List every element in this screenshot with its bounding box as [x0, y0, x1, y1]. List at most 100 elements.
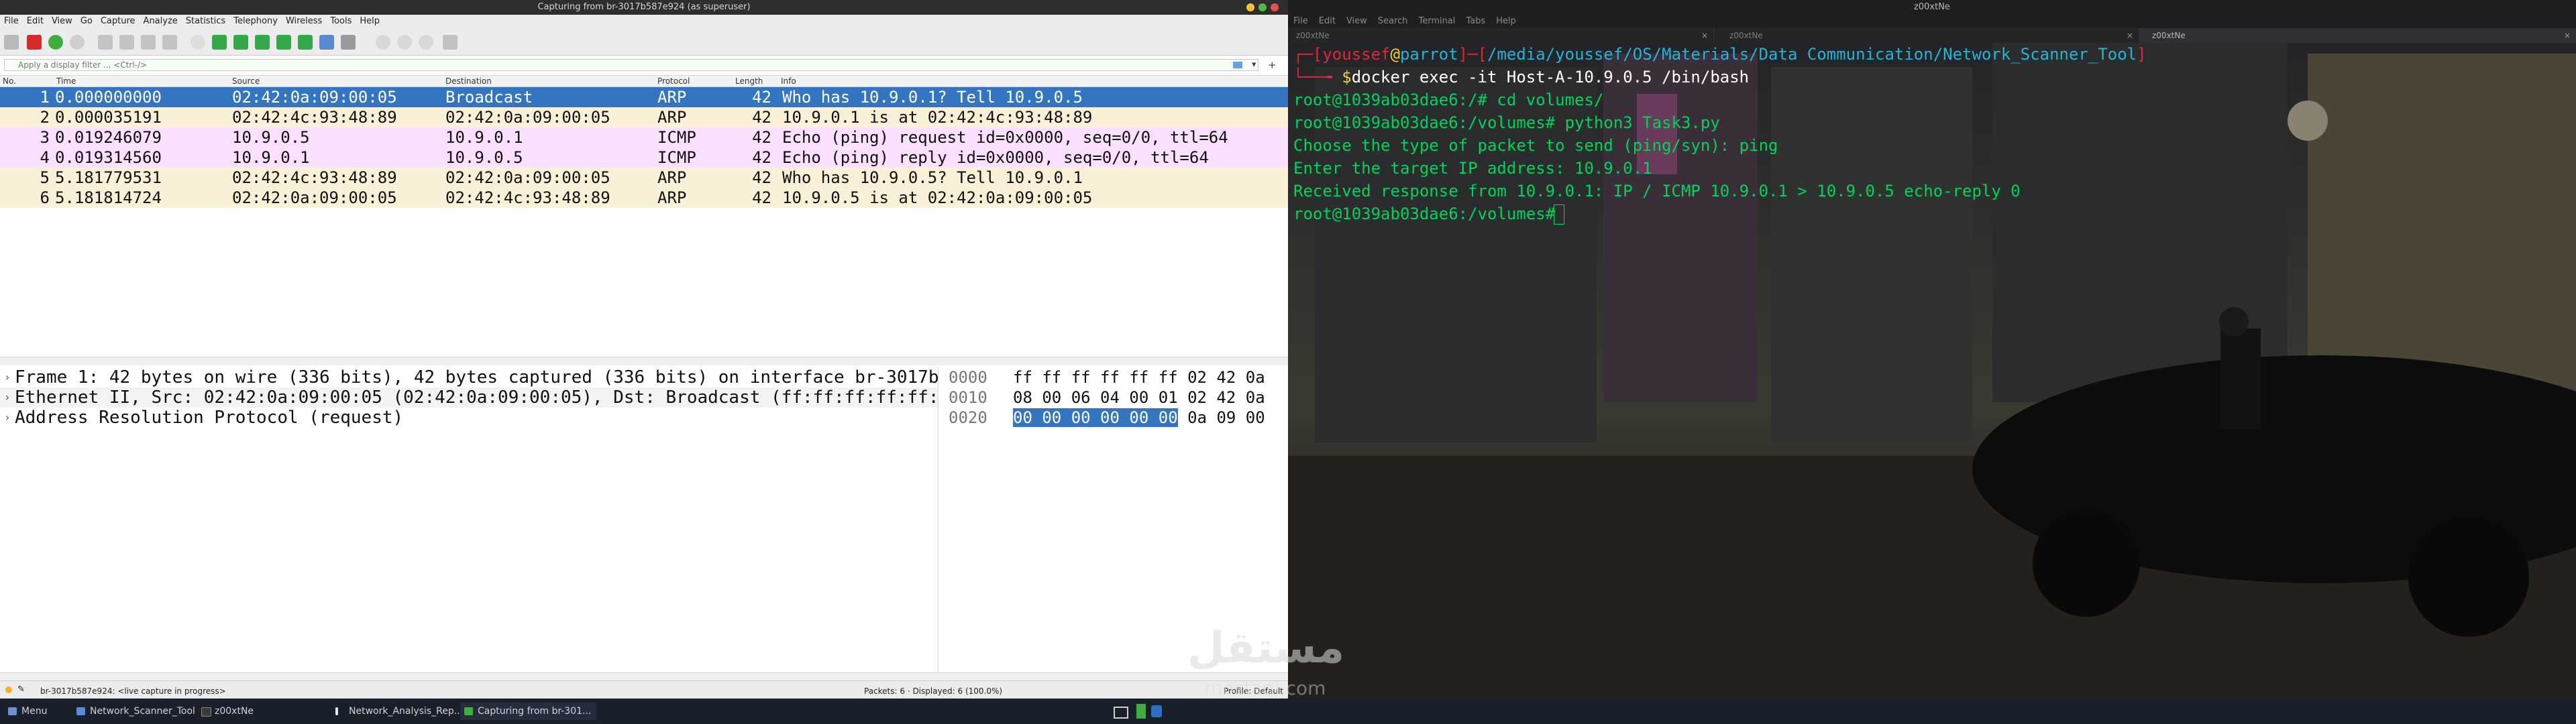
terminal-tab-active[interactable]: z00xtNe ×	[2139, 28, 2576, 43]
packet-list-scrollbar[interactable]	[0, 357, 1288, 365]
task-document[interactable]: Network_Analysis_Rep...	[331, 703, 468, 720]
close-button[interactable]	[1271, 3, 1279, 11]
detail-row-frame[interactable]: › Frame 1: 42 bytes on wire (336 bits), 4…	[0, 367, 938, 387]
packet-cell-no: 3	[40, 128, 50, 147]
go-forward-icon[interactable]	[233, 35, 248, 50]
menu-help[interactable]: Help	[1491, 15, 1521, 26]
start-capture-icon[interactable]	[4, 35, 19, 50]
menu-analyze[interactable]: Analyze	[140, 15, 182, 26]
task-wireshark[interactable]: Capturing from br-301...	[460, 703, 597, 720]
column-no[interactable]: No.	[3, 76, 16, 86]
resize-columns-icon[interactable]	[443, 35, 458, 50]
detail-row-arp[interactable]: › Address Resolution Protocol (request)	[0, 408, 938, 428]
bookmark-icon[interactable]	[1233, 62, 1242, 68]
start-menu-button[interactable]: Menu	[4, 703, 52, 720]
bytes-row[interactable]: 0020 00 00 00 00 00 00 0a 09 00	[946, 408, 1288, 428]
packet-cell-no: 4	[40, 148, 50, 167]
menu-view[interactable]: View	[1341, 15, 1373, 26]
zoom-in-icon[interactable]	[376, 35, 390, 50]
expand-arrow-icon[interactable]: ›	[4, 387, 11, 408]
packet-cell-no: 1	[40, 88, 50, 107]
menu-file[interactable]: File	[0, 15, 23, 26]
open-file-icon[interactable]	[98, 35, 113, 50]
menu-statistics[interactable]: Statistics	[182, 15, 229, 26]
menu-help[interactable]: Help	[356, 15, 384, 26]
packet-row[interactable]: 5 5.181779531 02:42:4c:93:48:89 02:42:0a:09…	[0, 168, 1288, 188]
packet-row[interactable]: 2 0.000035191 02:42:4c:93:48:89 02:42:0a:09…	[0, 107, 1288, 127]
autoscroll-icon[interactable]	[319, 35, 334, 50]
column-length[interactable]: Length	[735, 76, 763, 86]
menu-telephony[interactable]: Telephony	[229, 15, 282, 26]
close-tab-icon[interactable]: ×	[1701, 28, 1708, 43]
menu-go[interactable]: Go	[76, 15, 97, 26]
expert-info-icon[interactable]	[5, 686, 12, 693]
expand-arrow-icon[interactable]: ›	[4, 367, 11, 387]
menu-view[interactable]: View	[48, 15, 76, 26]
first-packet-icon[interactable]	[276, 35, 291, 50]
go-back-icon[interactable]	[212, 35, 227, 50]
terminal-tab[interactable]: z00xtNe ×	[1713, 28, 2139, 43]
close-tab-icon[interactable]: ×	[2127, 28, 2133, 43]
packet-cell-protocol: ARP	[657, 168, 687, 187]
menu-tools[interactable]: Tools	[326, 15, 356, 26]
menu-edit[interactable]: Edit	[1313, 15, 1341, 26]
menu-terminal[interactable]: Terminal	[1413, 15, 1460, 26]
normal-size-icon[interactable]	[419, 35, 433, 50]
display-filter-input[interactable]	[4, 59, 1258, 71]
menu-capture[interactable]: Capture	[97, 15, 140, 26]
menu-edit[interactable]: Edit	[23, 15, 48, 26]
network-icon[interactable]	[1151, 705, 1162, 717]
menu-wireless[interactable]: Wireless	[282, 15, 326, 26]
packet-cell-source: 10.9.0.5	[232, 128, 310, 147]
terminal-output[interactable]: ┌─[youssef@parrot]─[/media/youssef/OS/Ma…	[1288, 43, 2576, 225]
menu-file[interactable]: File	[1288, 15, 1313, 26]
taskbar: Menu Network_Scanner_Tool z00xtNe Networ…	[0, 699, 2576, 724]
packet-row[interactable]: 4 0.019314560 10.9.0.1 10.9.0.5 ICMP 42 Echo (…	[0, 147, 1288, 168]
stop-capture-icon[interactable]	[27, 35, 42, 50]
screen-icon[interactable]	[1114, 707, 1128, 719]
close-file-icon[interactable]	[141, 35, 156, 50]
maximize-button[interactable]	[1258, 3, 1267, 11]
restart-capture-icon[interactable]	[48, 35, 63, 50]
packet-row[interactable]: 1 0.000000000 02:42:0a:09:00:05 Broadcast AR…	[0, 87, 1288, 107]
save-file-icon[interactable]	[119, 35, 134, 50]
edit-comment-icon[interactable]: ✎	[17, 684, 25, 695]
column-info[interactable]: Info	[781, 76, 796, 86]
packet-cell-info: Echo (ping) reply id=0x0000, seq=0/0, tt…	[782, 148, 1209, 167]
expand-arrow-icon[interactable]: ›	[4, 408, 11, 428]
bytes-row[interactable]: 0010 08 00 06 04 00 01 02 42 0a	[946, 387, 1288, 408]
packet-cell-source: 02:42:0a:09:00:05	[232, 88, 397, 107]
go-to-packet-icon[interactable]	[255, 35, 270, 50]
packet-cell-info: Who has 10.9.0.5? Tell 10.9.0.1	[782, 168, 1083, 187]
menu-grid-icon	[8, 707, 17, 715]
terminal-tab[interactable]: z00xtNe ×	[1288, 28, 1714, 43]
menu-tabs[interactable]: Tabs	[1460, 15, 1491, 26]
wireshark-titlebar: Capturing from br-3017b587e924 (as super…	[0, 0, 1288, 15]
colorize-icon[interactable]	[341, 35, 356, 50]
column-source[interactable]: Source	[232, 76, 260, 86]
minimize-button[interactable]	[1246, 3, 1254, 11]
zoom-out-icon[interactable]	[397, 35, 412, 50]
task-terminal[interactable]: z00xtNe	[197, 703, 259, 720]
watermark-logo: مستقل	[1187, 623, 1345, 673]
menu-search[interactable]: Search	[1373, 15, 1413, 26]
add-filter-icon[interactable]: +	[1268, 59, 1277, 71]
close-tab-icon[interactable]: ×	[2564, 28, 2571, 43]
terminal-line: Enter the target IP address: 10.9.0.1	[1293, 159, 1652, 178]
column-time[interactable]: Time	[56, 76, 76, 86]
reload-icon[interactable]	[162, 35, 177, 50]
last-packet-icon[interactable]	[298, 35, 313, 50]
terminal-cursor	[1554, 204, 1564, 225]
selected-bytes[interactable]: 00 00 00 00 00 00	[1013, 408, 1178, 427]
capture-options-icon[interactable]	[70, 35, 85, 50]
dropdown-icon[interactable]: ▾	[1252, 60, 1256, 70]
find-packet-icon[interactable]	[191, 35, 205, 50]
packet-row[interactable]: 6 5.181814724 02:42:0a:09:00:05 02:42:4c:93…	[0, 188, 1288, 208]
packet-row[interactable]: 3 0.019246079 10.9.0.5 10.9.0.1 ICMP 42 Echo (…	[0, 127, 1288, 147]
task-file-manager[interactable]: Network_Scanner_Tool	[72, 703, 201, 720]
column-destination[interactable]: Destination	[445, 76, 492, 86]
bytes-row[interactable]: 0000 ff ff ff ff ff ff 02 42 0a	[946, 367, 1288, 387]
detail-row-ethernet[interactable]: › Ethernet II, Src: 02:42:0a:09:00:05 (02…	[0, 387, 938, 408]
column-protocol[interactable]: Protocol	[657, 76, 690, 86]
workspace-indicator[interactable]	[1136, 704, 1146, 719]
